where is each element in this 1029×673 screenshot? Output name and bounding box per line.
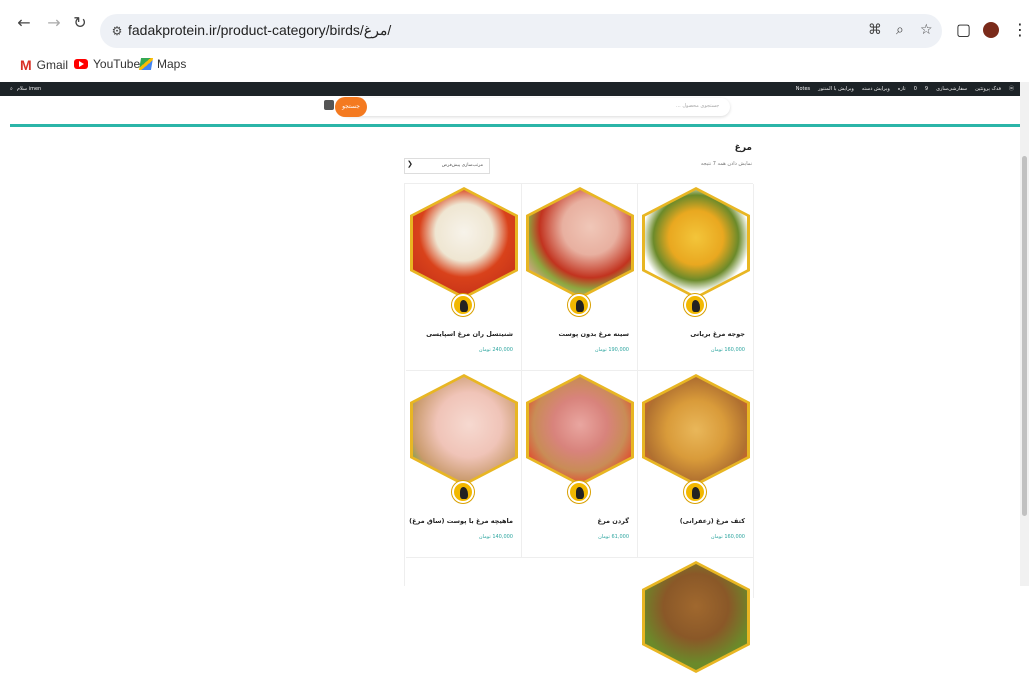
menu-icon[interactable]: ⋮ bbox=[1012, 20, 1028, 39]
bookmark-gmail[interactable]: M Gmail bbox=[20, 57, 68, 73]
product-card[interactable]: شنیتسل ران مرغ اسپایسی 240,000 تومان bbox=[406, 184, 522, 371]
wp-comments[interactable]: 0 bbox=[914, 82, 917, 96]
forward-arrow-icon[interactable]: → bbox=[44, 13, 64, 33]
product-grid: جوجه مرغ بریانی 160,000 تومان سینه مرغ ب… bbox=[404, 183, 754, 673]
product-card[interactable]: جوجه مرغ بریانی 160,000 تومان bbox=[638, 184, 754, 371]
site-info-icon[interactable]: ⚙ bbox=[108, 22, 126, 40]
search-icon[interactable]: ⌕ bbox=[10, 82, 13, 96]
translate-icon[interactable]: ⌘ bbox=[868, 22, 882, 38]
product-name[interactable]: کتف مرغ (زعفرانی) bbox=[680, 517, 745, 525]
bookmark-label: Gmail bbox=[36, 58, 69, 72]
wordpress-icon[interactable]: ⓦ bbox=[1009, 82, 1014, 96]
bookmark-label: YouTube bbox=[93, 57, 141, 71]
product-image[interactable] bbox=[413, 190, 515, 296]
scrollbar-thumb[interactable] bbox=[1022, 156, 1027, 516]
side-panel-icon[interactable]: ▢ bbox=[956, 20, 971, 39]
product-image-frame[interactable] bbox=[526, 187, 634, 299]
product-image[interactable] bbox=[529, 190, 631, 296]
product-image[interactable] bbox=[413, 377, 515, 483]
product-price: 160,000 تومان bbox=[710, 534, 745, 540]
brand-logo-icon bbox=[568, 481, 590, 503]
wp-notes[interactable]: Notes bbox=[796, 82, 810, 96]
wp-updates[interactable]: 9 bbox=[925, 82, 928, 96]
brand-logo-icon bbox=[684, 481, 706, 503]
header-divider bbox=[10, 124, 1020, 127]
product-image[interactable] bbox=[529, 377, 631, 483]
product-image[interactable] bbox=[645, 564, 747, 670]
product-name[interactable]: شنیتسل ران مرغ اسپایسی bbox=[426, 330, 513, 338]
product-image-frame[interactable] bbox=[410, 374, 518, 486]
product-card[interactable]: کتف مرغ (زعفرانی) 160,000 تومان bbox=[638, 371, 754, 558]
product-price: 160,000 تومان bbox=[710, 347, 745, 353]
product-image[interactable] bbox=[645, 377, 747, 483]
wp-admin-bar: ⌕ سلام imen ⓦ فدک پروتئین سفارشی‌سازی 9 … bbox=[0, 82, 1020, 96]
brand-logo-icon bbox=[452, 294, 474, 316]
wp-edit-category[interactable]: ویرایش دسته bbox=[862, 82, 890, 96]
cart-icon[interactable] bbox=[324, 100, 334, 110]
brand-logo-icon bbox=[684, 294, 706, 316]
reload-icon[interactable]: ↻ bbox=[70, 13, 90, 33]
wp-new[interactable]: تازه bbox=[898, 82, 906, 96]
bookmark-youtube[interactable]: YouTube bbox=[74, 57, 140, 71]
product-image-frame[interactable] bbox=[410, 187, 518, 299]
product-image-frame[interactable] bbox=[526, 374, 634, 486]
product-card[interactable] bbox=[638, 558, 754, 673]
chevron-down-icon[interactable]: ❯ bbox=[407, 160, 413, 168]
page-title: مرغ bbox=[734, 143, 752, 153]
wp-site-name[interactable]: فدک پروتئین bbox=[975, 82, 1001, 96]
zoom-icon[interactable]: ⌕ bbox=[896, 22, 904, 38]
search-placeholder: جستجوی محصول ... bbox=[676, 103, 720, 109]
product-price: 140,000 تومان bbox=[478, 534, 513, 540]
sort-dropdown[interactable]: مرتب‌سازی پیش‌فرض bbox=[404, 158, 490, 174]
result-count: نمایش دادن همه 7 نتیجه bbox=[700, 161, 752, 167]
product-name[interactable]: سینه مرغ بدون پوست bbox=[558, 330, 629, 338]
youtube-icon bbox=[74, 59, 88, 69]
star-icon[interactable]: ☆ bbox=[920, 22, 933, 38]
product-image[interactable] bbox=[645, 190, 747, 296]
wp-left-group: ⌕ سلام imen bbox=[10, 82, 41, 96]
product-price: 240,000 تومان bbox=[478, 347, 513, 353]
gmail-icon: M bbox=[20, 57, 32, 73]
url-text[interactable]: fadakprotein.ir/product-category/birds/م… bbox=[128, 22, 391, 39]
product-search-input[interactable] bbox=[340, 98, 730, 116]
product-name[interactable]: ماهیچه مرغ با پوست (ساق مرغ) bbox=[409, 517, 513, 525]
product-name[interactable]: جوجه مرغ بریانی bbox=[690, 330, 745, 338]
profile-avatar[interactable] bbox=[983, 22, 999, 38]
product-image-frame[interactable] bbox=[642, 374, 750, 486]
bookmark-label: Maps bbox=[157, 57, 187, 71]
bookmark-maps[interactable]: Maps bbox=[138, 57, 187, 71]
brand-logo-icon bbox=[452, 481, 474, 503]
product-card[interactable]: گردن مرغ 61,000 تومان bbox=[522, 371, 638, 558]
wp-customize[interactable]: سفارشی‌سازی bbox=[936, 82, 967, 96]
wp-greeting[interactable]: سلام imen bbox=[17, 82, 41, 96]
product-image-frame[interactable] bbox=[642, 187, 750, 299]
product-card[interactable]: سینه مرغ بدون پوست 190,000 تومان bbox=[522, 184, 638, 371]
back-arrow-icon[interactable]: ← bbox=[14, 13, 34, 33]
brand-logo-icon bbox=[568, 294, 590, 316]
product-image-frame[interactable] bbox=[642, 561, 750, 673]
product-price: 190,000 تومان bbox=[594, 347, 629, 353]
wp-edit-elementor[interactable]: ویرایش با المنتور bbox=[818, 82, 854, 96]
product-name[interactable]: گردن مرغ bbox=[598, 517, 629, 525]
product-card[interactable]: ماهیچه مرغ با پوست (ساق مرغ) 140,000 توم… bbox=[406, 371, 522, 558]
maps-icon bbox=[138, 58, 154, 70]
wp-right-group: ⓦ فدک پروتئین سفارشی‌سازی 9 0 تازه ویرای… bbox=[796, 82, 1014, 96]
product-price: 61,000 تومان bbox=[598, 534, 629, 540]
search-button[interactable]: جستجو bbox=[335, 97, 367, 117]
bookmarks-bar: M Gmail YouTube Maps bbox=[0, 52, 1029, 78]
